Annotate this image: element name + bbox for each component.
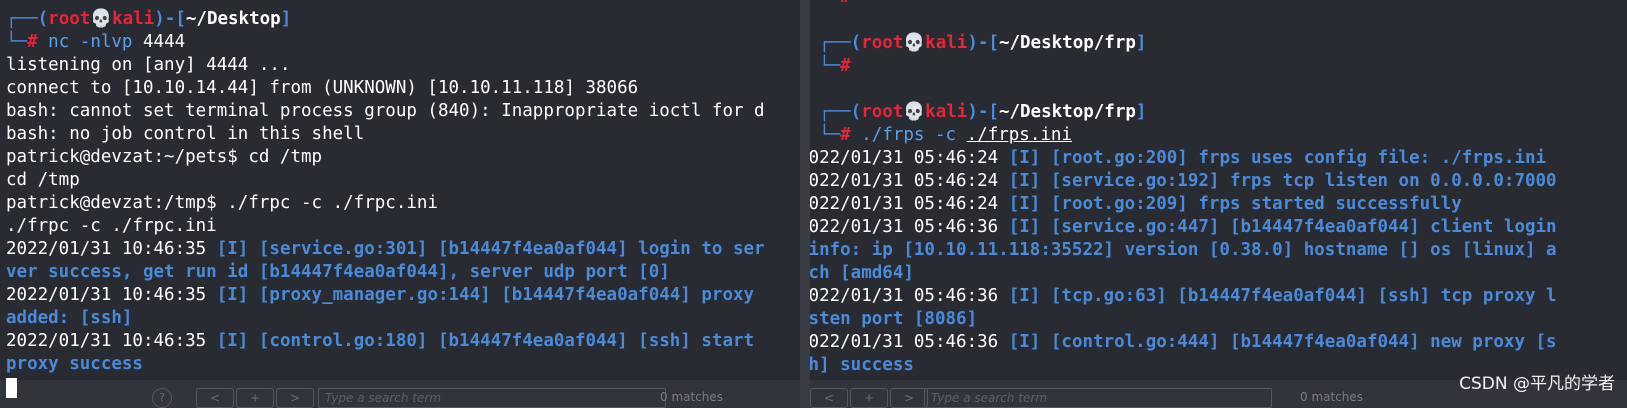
prompt-line: ┌──(root💀kali)-[~/Desktop/frp]: [819, 102, 1147, 122]
log-line: added: [ssh]: [6, 308, 133, 328]
pane-divider[interactable]: [800, 0, 810, 408]
find-prev-button[interactable]: <: [196, 388, 234, 408]
output-line: connect to [10.10.14.44] from (UNKNOWN) …: [6, 78, 639, 98]
log-line: 2022/01/31 10:46:35 [I] [service.go:301]…: [6, 239, 765, 259]
prompt-line: ┌──(root💀kali)-[~/Desktop/frp]: [819, 33, 1147, 53]
find-add-button[interactable]: +: [236, 388, 274, 408]
find-next-button[interactable]: >: [276, 388, 314, 408]
output-line: bash: cannot set terminal process group …: [6, 101, 765, 121]
prompt-line: ┌──(root💀kali)-[~/Desktop]: [6, 9, 292, 29]
log-line: 2022/01/31 05:46:24 [I] [service.go:192]…: [810, 171, 1557, 191]
output-line: patrick@devzat:~/pets$ cd /tmp: [6, 147, 323, 167]
command-line: └─#: [819, 56, 851, 76]
log-line: 2022/01/31 10:46:35 [I] [control.go:180]…: [6, 331, 755, 351]
command-line: └─# nc -nlvp 4444: [6, 32, 186, 52]
find-next-button[interactable]: >: [890, 388, 928, 408]
output-line: listening on [any] 4444 ...: [6, 55, 291, 75]
log-line: 2022/01/31 10:46:35 [I] [proxy_manager.g…: [6, 285, 755, 305]
match-count-left: 0 matches: [660, 390, 724, 404]
log-line: 2022/01/31 05:46:36 [I] [service.go:447]…: [810, 217, 1557, 237]
terminal-right-output: └─# ┌──(root💀kali)-[~/Desktop/frp] └─# ┌…: [810, 0, 1557, 377]
find-prev-button[interactable]: <: [810, 388, 848, 408]
log-line: ver success, get run id [b14447f4ea0af04…: [6, 262, 670, 282]
watermark: CSDN @平凡的学者: [1459, 374, 1615, 394]
log-line: proxy success: [6, 354, 143, 374]
log-line: 2022/01/31 05:46:24 [I] [root.go:200] fr…: [810, 148, 1547, 168]
log-line: sh] success: [810, 355, 914, 375]
search-input-right[interactable]: Type a search term: [924, 388, 1272, 408]
output-line: bash: no job control in this shell: [6, 124, 365, 144]
find-add-button[interactable]: +: [850, 388, 888, 408]
command-line: └─# ./frps -c ./frps.ini: [819, 125, 1072, 145]
log-line: rch [amd64]: [810, 263, 914, 283]
log-line: info: ip [10.10.11.118:35522] version [0…: [810, 240, 1557, 260]
output-line: ./frpc -c ./frpc.ini: [6, 216, 217, 236]
output-line: patrick@devzat:/tmp$ ./frpc -c ./frpc.in…: [6, 193, 438, 213]
log-line: 2022/01/31 05:46:36 [I] [tcp.go:63] [b14…: [810, 286, 1557, 306]
terminal-right[interactable]: ? < + > Type a search term 0 matches └─#…: [810, 0, 1627, 408]
terminal-left[interactable]: ? < + > Type a search term 0 matches ┌──…: [0, 0, 800, 408]
help-icon[interactable]: ?: [152, 388, 172, 408]
search-input-left[interactable]: Type a search term: [318, 388, 666, 408]
output-line: cd /tmp: [6, 170, 80, 190]
terminal-cursor: [6, 378, 17, 398]
prompt-tail: └─#: [810, 0, 1557, 9]
log-line: 2022/01/31 05:46:36 [I] [control.go:444]…: [810, 332, 1557, 352]
terminal-left-output: ┌──(root💀kali)-[~/Desktop] └─# nc -nlvp …: [6, 8, 765, 376]
match-count-right: 0 matches: [1300, 390, 1364, 404]
log-line: isten port [8086]: [810, 309, 978, 329]
log-line: 2022/01/31 05:46:24 [I] [root.go:209] fr…: [810, 194, 1462, 214]
